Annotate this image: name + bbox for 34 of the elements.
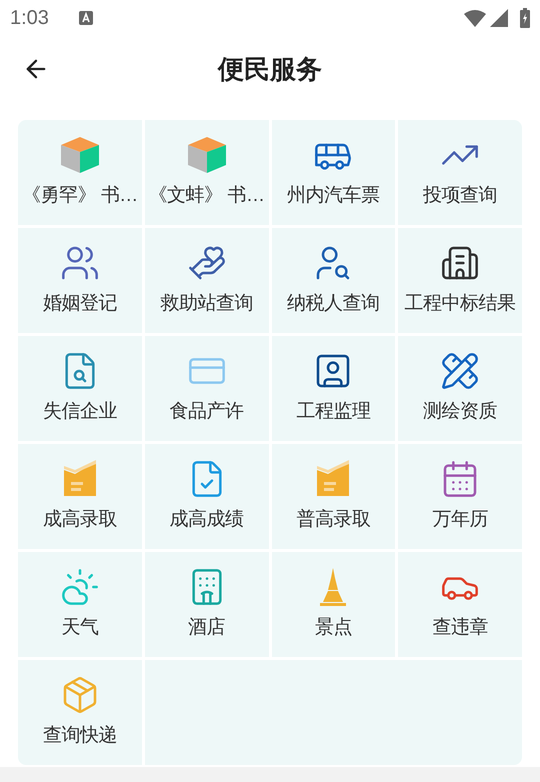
- cube-icon: [186, 135, 228, 176]
- service-tile[interactable]: 酒店: [144, 552, 268, 657]
- folder-icon: [316, 460, 350, 498]
- page-title: 便民服务: [218, 52, 322, 86]
- cube-icon: [58, 135, 101, 176]
- service-tile[interactable]: 食品产许: [144, 336, 268, 441]
- cloud-sun-icon: [60, 567, 100, 608]
- battery-icon: [520, 8, 530, 28]
- service-tile[interactable]: 投项查询: [398, 120, 522, 225]
- service-tile[interactable]: 《勇罕》 书…: [18, 120, 142, 225]
- service-tile[interactable]: 成高录取: [18, 444, 142, 549]
- service-tile[interactable]: 查违章: [398, 552, 522, 657]
- service-tile[interactable]: 工程监理: [272, 336, 396, 441]
- service-tile[interactable]: 万年历: [398, 444, 522, 549]
- signal-icon: [490, 9, 508, 27]
- tower-icon: [318, 568, 348, 606]
- service-tile[interactable]: 测绘资质: [398, 336, 522, 441]
- service-tile[interactable]: 查询快递: [18, 660, 142, 765]
- service-tile[interactable]: 救助站查询: [144, 228, 268, 333]
- service-tile[interactable]: 失信企业: [18, 336, 142, 441]
- wifi-icon: [464, 9, 486, 27]
- service-tile[interactable]: 普高录取: [272, 444, 396, 549]
- keyboard-icon: [78, 11, 93, 25]
- status-time: 1:03: [10, 6, 49, 31]
- service-tile[interactable]: 纳税人查询: [272, 228, 396, 333]
- service-tile[interactable]: 婚姻登记: [18, 228, 142, 333]
- service-tile[interactable]: 成高成绩: [144, 444, 268, 549]
- service-tile[interactable]: 景点: [272, 552, 396, 657]
- service-tile[interactable]: 工程中标结果: [398, 228, 522, 333]
- service-tile[interactable]: 州内汽车票: [272, 120, 396, 225]
- service-tile[interactable]: 天气: [18, 552, 142, 657]
- pencil-ruler-icon: [440, 351, 480, 392]
- service-tile[interactable]: 《文蚌》 书…: [144, 120, 268, 225]
- folder-icon: [62, 460, 97, 498]
